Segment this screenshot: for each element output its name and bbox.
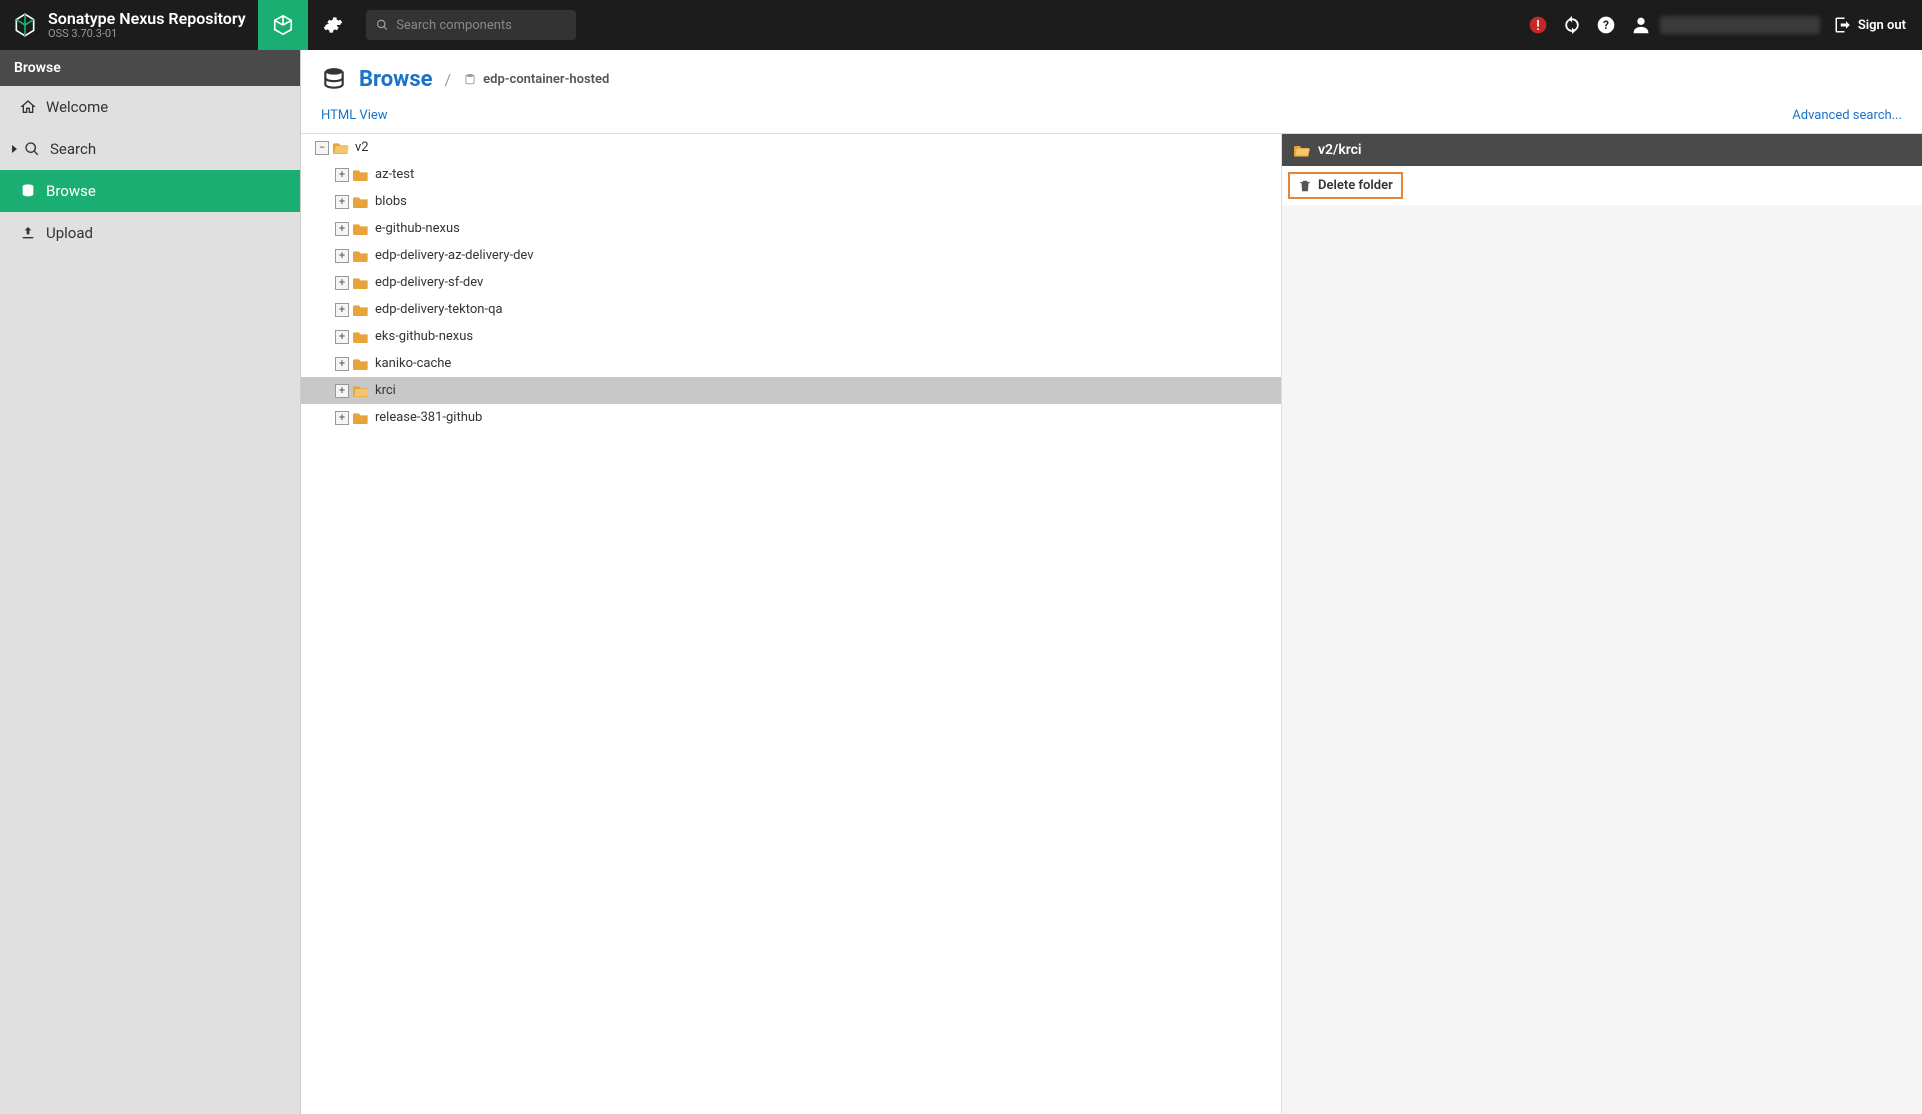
tree-item[interactable]: + kaniko-cache [301, 350, 1281, 377]
sidebar-item-welcome[interactable]: Welcome [0, 86, 300, 128]
tree-item[interactable]: + e-github-nexus [301, 215, 1281, 242]
expand-icon[interactable]: + [335, 357, 349, 371]
tree-label: release-381-github [375, 410, 482, 425]
svg-text:?: ? [1603, 18, 1609, 32]
alert-icon[interactable] [1528, 15, 1548, 35]
expand-icon[interactable]: + [335, 222, 349, 236]
breadcrumb-section[interactable]: Browse [359, 67, 433, 92]
tree-label: edp-delivery-az-delivery-dev [375, 248, 534, 263]
tree-item[interactable]: + release-381-github [301, 404, 1281, 431]
folder-icon [353, 276, 369, 290]
tree-item[interactable]: + krci [301, 377, 1281, 404]
browse-mode-button[interactable] [258, 0, 308, 50]
admin-mode-button[interactable] [308, 0, 358, 50]
tree-label: edp-delivery-tekton-qa [375, 302, 503, 317]
folder-icon [353, 357, 369, 371]
sidebar-item-label: Welcome [46, 98, 108, 116]
sidebar-item-upload[interactable]: Upload [0, 212, 300, 254]
expand-icon[interactable]: + [335, 384, 349, 398]
tree-item[interactable]: + eks-github-nexus [301, 323, 1281, 350]
delete-folder-button[interactable]: Delete folder [1288, 172, 1403, 199]
nexus-logo-icon [12, 12, 38, 38]
topbar: Sonatype Nexus Repository OSS 3.70.3-01 [0, 0, 1922, 50]
trash-icon [1298, 179, 1312, 193]
tree: − v2 + az-test + blobs + e-github-nexus … [301, 134, 1282, 1114]
delete-folder-label: Delete folder [1318, 178, 1393, 193]
caret-right-icon [8, 144, 20, 154]
tree-label: krci [375, 383, 396, 398]
tree-item[interactable]: + blobs [301, 188, 1281, 215]
refresh-icon[interactable] [1562, 15, 1582, 35]
sidebar-item-browse[interactable]: Browse [0, 170, 300, 212]
upload-icon [20, 225, 36, 241]
tree-item[interactable]: + edp-delivery-sf-dev [301, 269, 1281, 296]
cube-icon [272, 14, 294, 36]
content: Browse / edp-container-hosted HTML View … [300, 50, 1922, 1114]
search-input[interactable] [396, 18, 566, 33]
tree-item[interactable]: + edp-delivery-tekton-qa [301, 296, 1281, 323]
detail-header: v2/krci [1282, 134, 1922, 166]
folder-icon [353, 195, 369, 209]
sidebar-item-label: Search [50, 140, 96, 158]
folder-icon [353, 303, 369, 317]
tree-label: az-test [375, 167, 414, 182]
folder-icon [353, 330, 369, 344]
sidebar-item-label: Upload [46, 224, 93, 242]
database-icon [20, 183, 36, 199]
expand-icon[interactable]: + [335, 195, 349, 209]
expand-icon[interactable]: + [335, 168, 349, 182]
search-icon [24, 141, 40, 157]
tree-label: v2 [355, 140, 369, 155]
signout-icon [1834, 16, 1852, 34]
tree-label: kaniko-cache [375, 356, 451, 371]
folder-open-icon [1294, 143, 1310, 157]
collapse-icon[interactable]: − [315, 141, 329, 155]
tree-root[interactable]: − v2 [301, 134, 1281, 161]
tree-label: e-github-nexus [375, 221, 460, 236]
detail-panel: v2/krci Delete folder [1282, 134, 1922, 1114]
tree-label: blobs [375, 194, 407, 209]
tree-label: edp-delivery-sf-dev [375, 275, 483, 290]
expand-icon[interactable]: + [335, 249, 349, 263]
sidebar: Browse Welcome Search [0, 50, 300, 1114]
app-version: OSS 3.70.3-01 [48, 28, 246, 40]
search-box[interactable] [366, 10, 576, 40]
breadcrumb-repo-label: edp-container-hosted [483, 72, 609, 87]
database-icon [321, 66, 347, 92]
tree-item[interactable]: + az-test [301, 161, 1281, 188]
folder-icon [353, 249, 369, 263]
expand-icon[interactable]: + [335, 411, 349, 425]
sidebar-item-search[interactable]: Search [0, 128, 300, 170]
html-view-link[interactable]: HTML View [321, 108, 388, 123]
user-icon [1630, 14, 1652, 36]
user-name-redacted [1660, 16, 1820, 34]
user-menu[interactable] [1630, 14, 1820, 36]
sidebar-item-label: Browse [46, 182, 96, 200]
home-icon [20, 99, 36, 115]
app-title: Sonatype Nexus Repository [48, 10, 246, 28]
tree-label: eks-github-nexus [375, 329, 473, 344]
folder-icon [353, 222, 369, 236]
content-header: Browse / edp-container-hosted [301, 50, 1922, 104]
signout-button[interactable]: Sign out [1834, 16, 1906, 34]
breadcrumb-repo: edp-container-hosted [463, 72, 609, 87]
logo-section[interactable]: Sonatype Nexus Repository OSS 3.70.3-01 [0, 0, 258, 50]
expand-icon[interactable]: + [335, 303, 349, 317]
search-icon [376, 18, 388, 32]
gear-icon [323, 15, 343, 35]
folder-icon [353, 411, 369, 425]
help-icon[interactable]: ? [1596, 15, 1616, 35]
breadcrumb-separator: / [445, 70, 452, 89]
sidebar-title: Browse [0, 50, 300, 86]
tree-item[interactable]: + edp-delivery-az-delivery-dev [301, 242, 1281, 269]
signout-label: Sign out [1858, 18, 1906, 33]
repo-icon [463, 72, 477, 86]
advanced-search-link[interactable]: Advanced search... [1792, 108, 1902, 123]
folder-open-icon [353, 384, 369, 398]
folder-icon [353, 168, 369, 182]
folder-open-icon [333, 141, 349, 155]
expand-icon[interactable]: + [335, 276, 349, 290]
expand-icon[interactable]: + [335, 330, 349, 344]
detail-path: v2/krci [1318, 142, 1362, 158]
